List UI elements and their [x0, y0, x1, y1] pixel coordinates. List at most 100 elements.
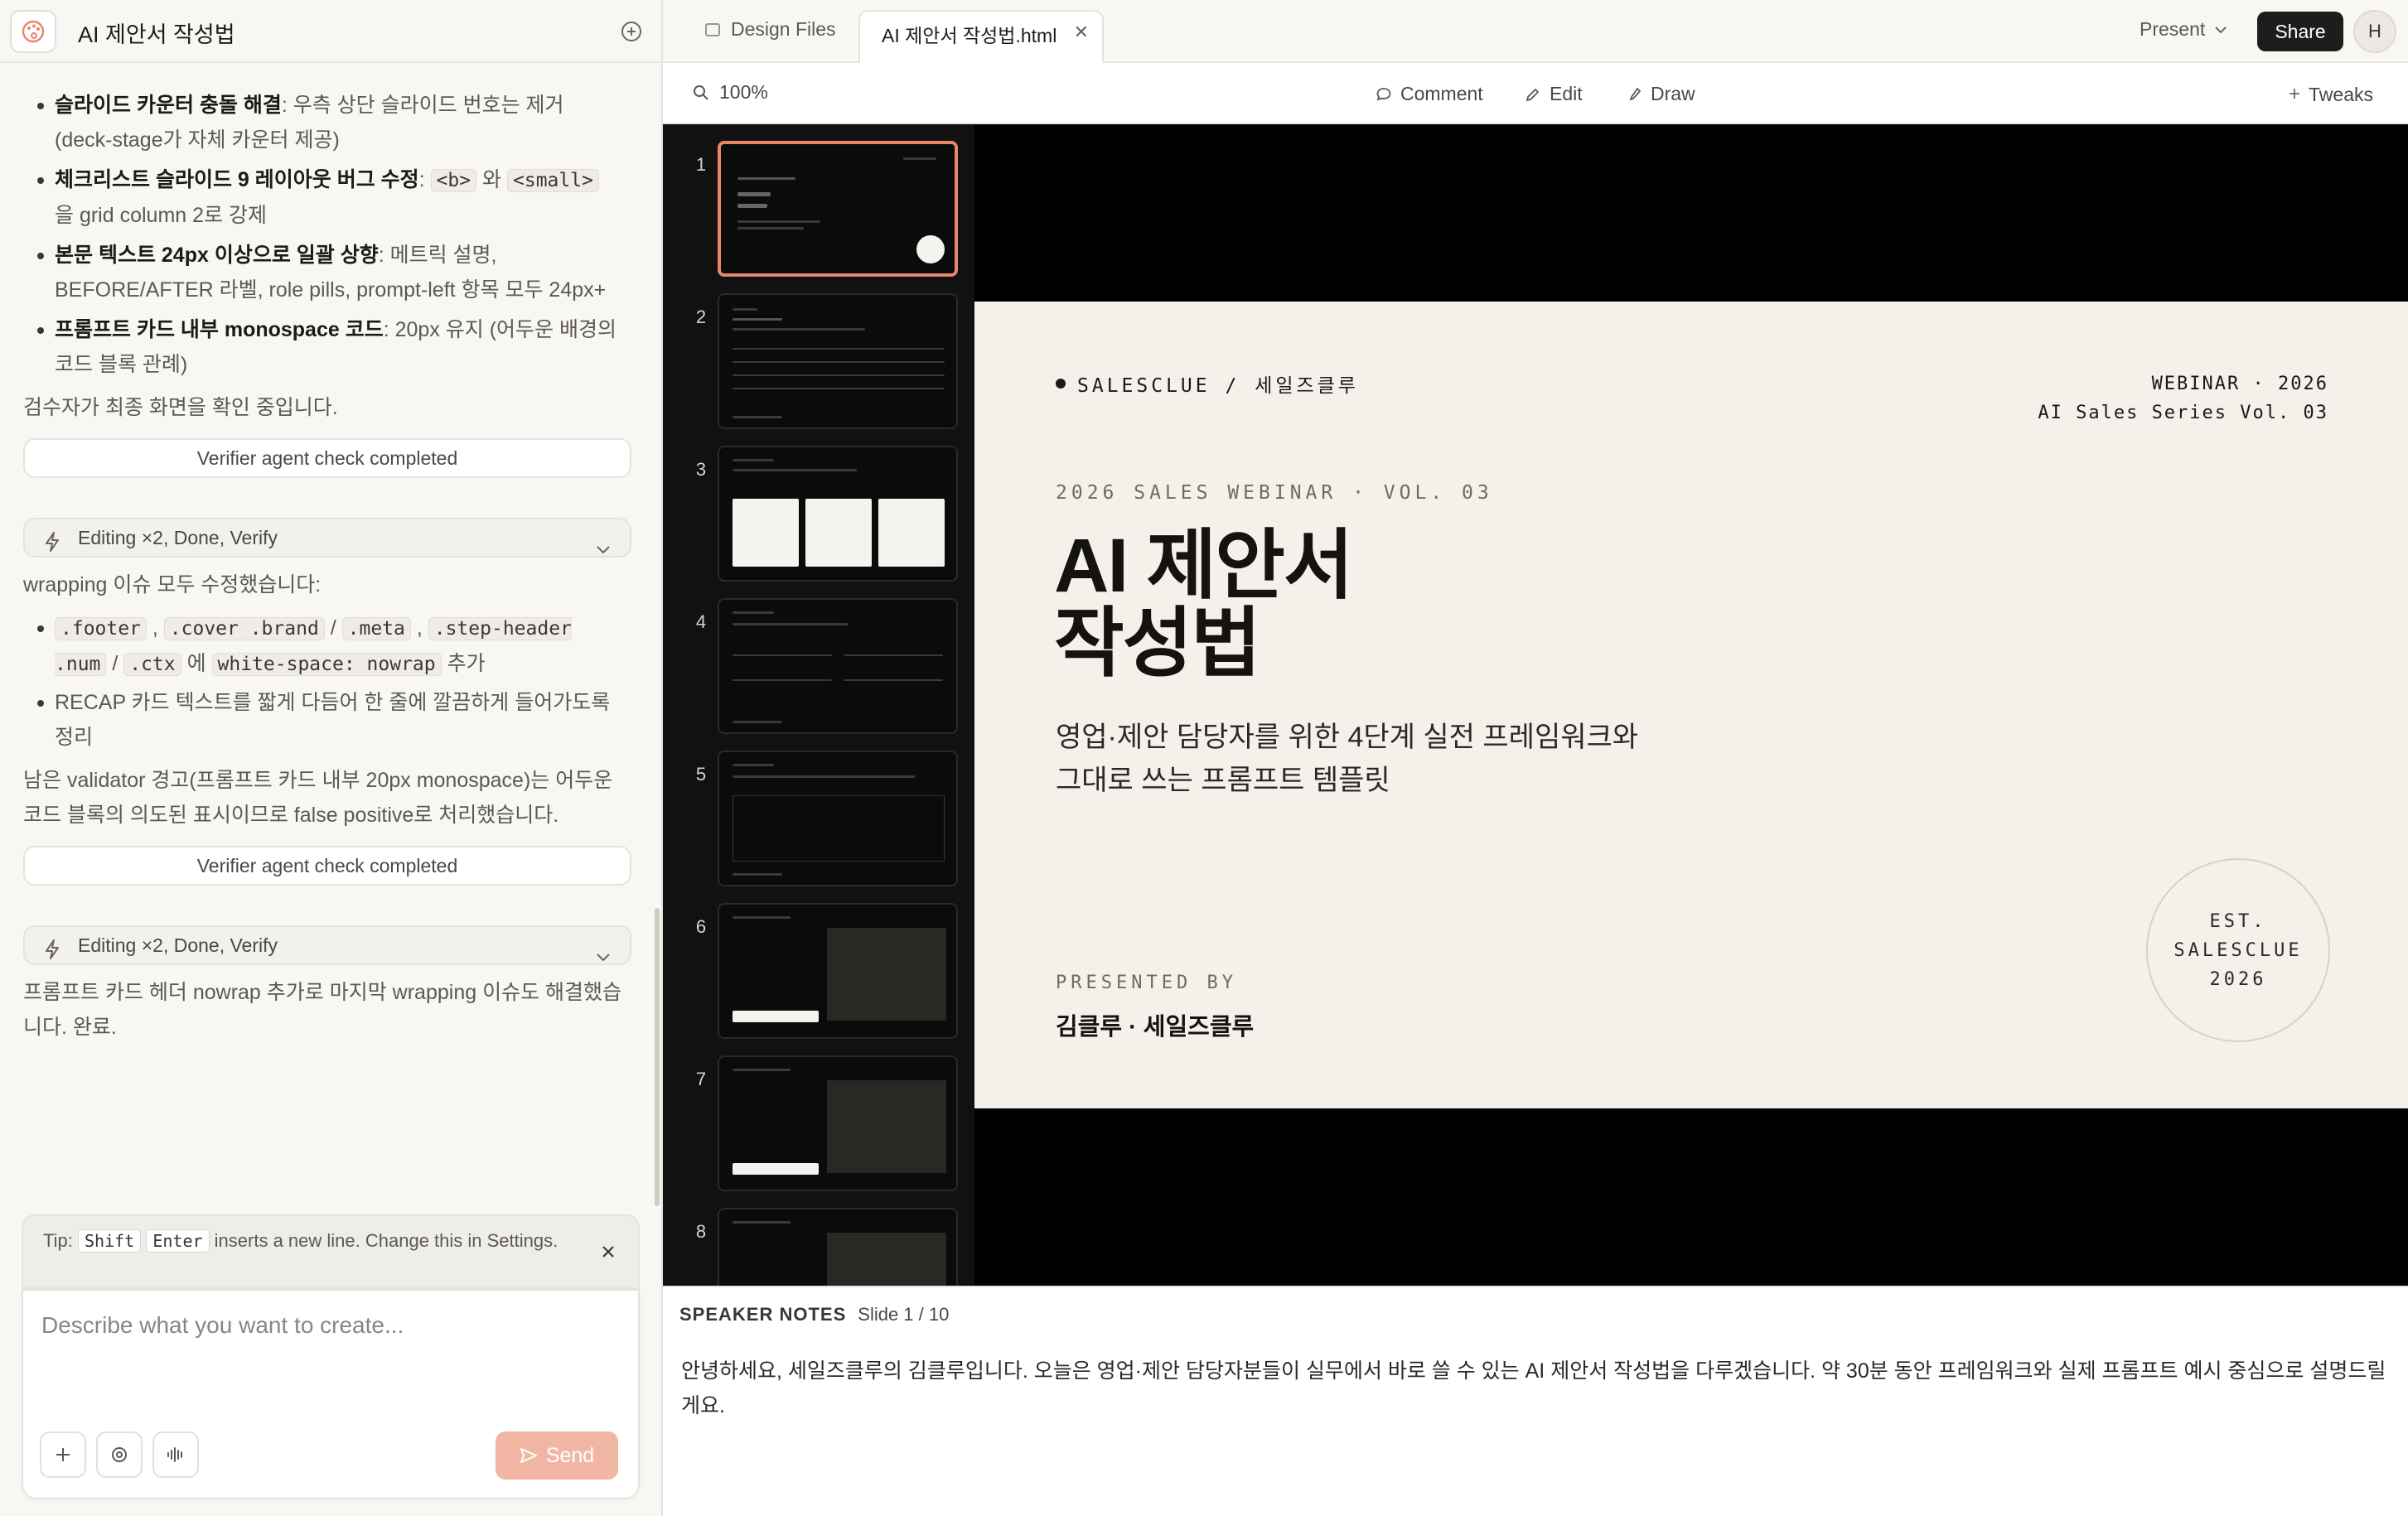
tip-banner: Tip: Shift Enter inserts a new line. Cha…: [22, 1214, 640, 1289]
presenter-name: 김클루 · 세일즈클루: [1056, 1014, 1255, 1040]
enter-key: Enter: [146, 1229, 210, 1253]
assistant-message: 검수자가 최종 화면을 확인 중입니다.: [23, 396, 338, 419]
search-icon: [694, 84, 708, 100]
tweaks-button[interactable]: + Tweaks: [2289, 83, 2373, 106]
composer: Describe what you want to create... Send: [22, 1289, 640, 1499]
project-title: AI 제안서 작성법: [78, 22, 235, 47]
file-icon: [705, 22, 720, 36]
list-item: 슬라이드 카운터 충돌 해결: 우측 상단 슬라이드 번호는 제거 (deck-…: [0, 88, 655, 157]
list-item: 프롬프트 카드 내부 monospace 코드: 20px 유지 (어두운 배경…: [0, 312, 655, 382]
waveform-icon: [167, 1447, 182, 1462]
list-item: 본문 텍스트 24px 이상으로 일괄 상향: 메트릭 설명, BEFORE/A…: [0, 238, 655, 307]
close-tab-icon[interactable]: ✕: [1074, 22, 1089, 43]
send-icon: [520, 1448, 537, 1463]
assistant-message: 프롬프트 카드 헤더 nowrap 추가로 마지막 wrapping 이슈도 해…: [23, 981, 622, 1039]
thumbnail-row[interactable]: 4: [663, 598, 974, 737]
chevron-down-icon: [595, 531, 612, 567]
send-button[interactable]: Send: [496, 1432, 618, 1480]
tab-active-file[interactable]: AI 제안서 작성법.html ✕: [858, 10, 1104, 63]
slide-canvas[interactable]: SALESCLUE / 세일즈클루 WEBINAR · 2026 AI Sale…: [974, 302, 2408, 1108]
notes-header: SPEAKER NOTES Slide 1 / 10: [679, 1304, 950, 1325]
verifier-status[interactable]: Verifier agent check completed: [23, 846, 631, 886]
thumbnail-number: 6: [695, 916, 707, 937]
chat-panel: AI 제안서 작성법 슬라이드 카운터 충돌 해결: 우측 상단 슬라이드 번호…: [0, 0, 663, 1516]
editing-steps-toggle[interactable]: Editing ×2, Done, Verify: [23, 925, 631, 965]
slide-brand: SALESCLUE / 세일즈클루: [1056, 369, 1359, 398]
verifier-status[interactable]: Verifier agent check completed: [23, 438, 631, 478]
thumbnail-slide-4[interactable]: [718, 598, 958, 734]
plus-icon: +: [2289, 83, 2301, 105]
thumbnail-slide-6[interactable]: [718, 903, 958, 1039]
slide-thumbnails: 1 2 3 4 5 6 7 8: [663, 124, 974, 1286]
thumbnail-number: 8: [695, 1221, 707, 1242]
thumbnail-row[interactable]: 8: [663, 1208, 974, 1286]
close-icon[interactable]: [600, 1239, 617, 1269]
palette-logo-icon[interactable]: [10, 10, 56, 53]
editor-panel: Design Files AI 제안서 작성법.html ✕ Present S…: [663, 0, 2408, 1516]
assistant-message: 남은 validator 경고(프롬프트 카드 내부 20px monospac…: [23, 769, 613, 827]
thumbnail-row[interactable]: 5: [663, 751, 974, 890]
slide-kicker: 2026 SALES WEBINAR · VOL. 03: [1056, 482, 1493, 504]
attach-button[interactable]: [40, 1432, 86, 1478]
tab-design-files[interactable]: Design Files: [704, 18, 836, 41]
list-item: RECAP 카드 텍스트를 짧게 다듬어 한 줄에 깔끔하게 들어가도록 정리: [0, 685, 655, 755]
aperture-icon: [112, 1447, 127, 1462]
thumbnail-row[interactable]: 1: [663, 141, 974, 280]
tab-bar: Design Files AI 제안서 작성법.html ✕ Present S…: [663, 0, 2408, 63]
list-item: 체크리스트 슬라이드 9 레이아웃 버그 수정: <b> 와 <small> 을…: [0, 162, 655, 233]
presented-by-label: PRESENTED BY: [1056, 973, 1237, 993]
new-chat-icon[interactable]: [618, 18, 645, 45]
slide-subtitle: 영업·제안 담당자를 위한 4단계 실전 프레임워크와 그대로 쓰는 프롬프트 …: [1056, 722, 1639, 796]
lightning-icon: [43, 935, 61, 972]
thumbnail-number: 7: [695, 1069, 707, 1089]
lightning-icon: [43, 528, 61, 564]
slide-title: AI 제안서 작성법: [1054, 524, 1353, 686]
thumbnail-slide-5[interactable]: [718, 751, 958, 886]
draw-button[interactable]: Draw: [1626, 83, 1695, 105]
thumbnail-slide-3[interactable]: [718, 446, 958, 582]
assistant-message: wrapping 이슈 모두 수정했습니다:: [23, 573, 322, 596]
chat-scrollbar[interactable]: [655, 908, 660, 1206]
shift-key: Shift: [77, 1229, 142, 1253]
canvas-toolbar: 100% Comment Edit Draw + Tweaks: [663, 63, 2408, 124]
comment-icon: [1376, 87, 1391, 100]
chevron-down-icon: [2215, 26, 2227, 33]
speaker-notes: SPEAKER NOTES Slide 1 / 10 안녕하세요, 세일즈클루의 …: [663, 1286, 2408, 1516]
bullet-dot-icon: [1056, 379, 1066, 389]
brush-icon: [1629, 87, 1642, 100]
thumbnail-slide-2[interactable]: [718, 293, 958, 429]
thumbnail-number: 5: [695, 764, 707, 785]
thumbnail-number: 3: [695, 459, 707, 480]
chat-header: AI 제안서 작성법: [0, 0, 663, 63]
notes-text[interactable]: 안녕하세요, 세일즈클루의 김클루입니다. 오늘은 영업·제안 담당자분들이 실…: [681, 1354, 2388, 1423]
thumbnail-row[interactable]: 6: [663, 903, 974, 1042]
thumbnail-row[interactable]: 3: [663, 446, 974, 585]
zoom-control[interactable]: 100%: [693, 81, 768, 104]
est-seal: EST. SALESCLUE 2026: [2146, 858, 2330, 1042]
slide-stage: 1 2 3 4 5 6 7 8 SALESCLUE / 세일즈클루 WEBINA…: [663, 124, 2408, 1286]
thumbnail-number: 1: [695, 154, 707, 175]
prompt-input[interactable]: Describe what you want to create...: [41, 1312, 404, 1339]
chevron-down-icon: [595, 939, 612, 975]
thumbnail-slide-8[interactable]: [718, 1208, 958, 1286]
thumbnail-row[interactable]: 2: [663, 293, 974, 432]
list-item: .footer , .cover .brand / .meta , .step-…: [0, 611, 655, 682]
plus-icon: [56, 1448, 70, 1461]
thumbnail-slide-1[interactable]: [718, 141, 958, 277]
app-root: AI 제안서 작성법 슬라이드 카운터 충돌 해결: 우측 상단 슬라이드 번호…: [0, 0, 2408, 1516]
avatar[interactable]: H: [2353, 10, 2396, 53]
present-button[interactable]: Present: [2140, 18, 2228, 41]
thumbnail-number: 4: [695, 611, 707, 632]
comment-button[interactable]: Comment: [1376, 83, 1483, 105]
edit-button[interactable]: Edit: [1525, 83, 1583, 105]
slide-meta: WEBINAR · 2026 AI Sales Series Vol. 03: [2038, 374, 2328, 423]
chat-messages: 슬라이드 카운터 충돌 해결: 우측 상단 슬라이드 번호는 제거 (deck-…: [0, 66, 655, 1201]
editing-steps-toggle[interactable]: Editing ×2, Done, Verify: [23, 518, 631, 558]
voice-button[interactable]: [152, 1432, 199, 1478]
camera-button[interactable]: [96, 1432, 143, 1478]
pencil-icon: [1526, 88, 1540, 101]
share-button[interactable]: Share: [2257, 12, 2343, 51]
thumbnail-number: 2: [695, 307, 707, 327]
thumbnail-slide-7[interactable]: [718, 1055, 958, 1191]
thumbnail-row[interactable]: 7: [663, 1055, 974, 1195]
